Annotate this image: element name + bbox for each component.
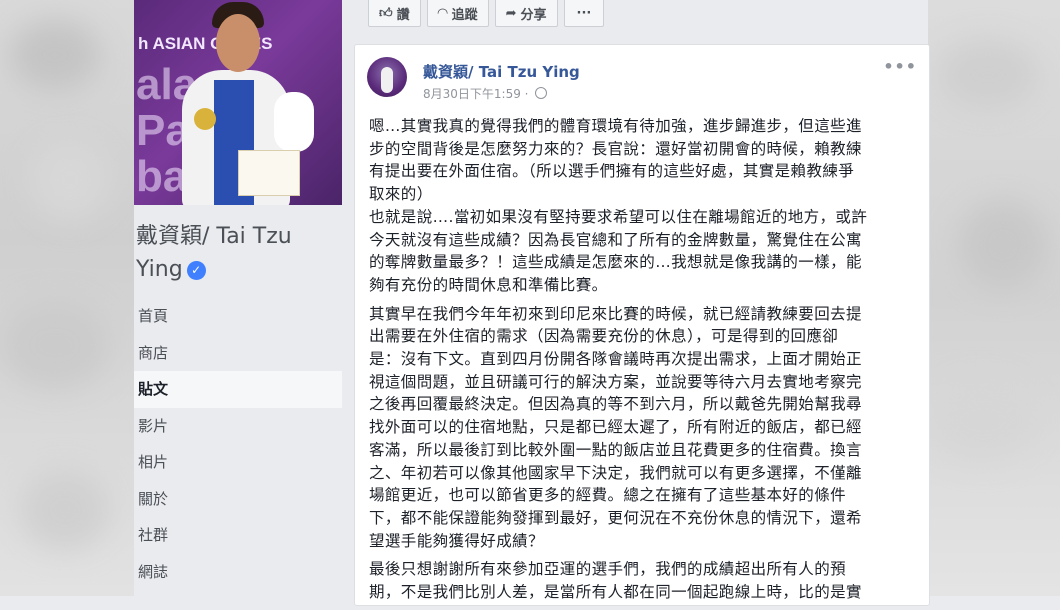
- post-paragraph: 嗯…其實我真的覺得我們的體育環境有待加強，進步歸進步，但這些進 步的空間背後是怎…: [369, 117, 868, 294]
- thumbs-up-icon: 👍︎: [379, 5, 393, 21]
- follow-button[interactable]: ◠ 追蹤: [426, 0, 489, 27]
- nav-item-shop[interactable]: 商店: [134, 335, 342, 372]
- blurred-background-left: [0, 0, 134, 596]
- gold-medal: [194, 108, 216, 130]
- nav-item-posts[interactable]: 貼文: [134, 371, 342, 408]
- nav-item-photos[interactable]: 相片: [134, 444, 342, 481]
- blur-shape: [20, 470, 110, 550]
- share-label: 分享: [520, 7, 547, 23]
- page-name[interactable]: 戴資穎/ Tai Tzu Ying ✓: [136, 220, 336, 286]
- blur-shape: [0, 300, 110, 390]
- nav-item-community[interactable]: 社群: [134, 517, 342, 554]
- like-label: 讚: [396, 7, 410, 23]
- photo-text: ba: [136, 152, 188, 201]
- blur-shape: [10, 20, 100, 90]
- share-arrow-icon: ➦: [505, 5, 517, 21]
- post-body: 嗯…其實我真的覺得我們的體育環境有待加強，進步歸進步，但這些進 步的空間背後是怎…: [369, 115, 909, 610]
- blur-shape: [958, 200, 1048, 290]
- more-button[interactable]: ···: [563, 0, 605, 27]
- post-card: 戴資穎/ Tai Tzu Ying 8月30日下午1:59 · ••• 嗯…其實…: [354, 44, 930, 606]
- post-meta: 8月30日下午1:59 ·: [423, 85, 548, 102]
- follow-label: 追蹤: [451, 7, 478, 23]
- post-timestamp[interactable]: 8月30日下午1:59 ·: [423, 87, 528, 101]
- nav-item-home[interactable]: 首頁: [134, 298, 342, 335]
- nav-item-videos[interactable]: 影片: [134, 408, 342, 445]
- post-options-icon[interactable]: •••: [883, 57, 917, 76]
- verified-badge-icon: ✓: [186, 261, 206, 280]
- page-name-text: 戴資穎/ Tai Tzu Ying: [136, 224, 292, 282]
- rss-icon: ◠: [437, 5, 448, 21]
- blur-shape: [928, 380, 1038, 460]
- mascot-plush: [274, 92, 314, 152]
- athlete-head: [216, 14, 260, 72]
- profile-photo[interactable]: h ASIAN GAMES ala Pa ba: [134, 0, 342, 205]
- page-actions-bar: 👍︎ 讚 ◠ 追蹤 ➦ 分享 ···: [368, 0, 610, 28]
- nav-item-about[interactable]: 關於: [134, 481, 342, 518]
- blurred-background-right: [928, 0, 1060, 596]
- blur-shape: [30, 140, 110, 220]
- more-dots-icon: ···: [576, 5, 592, 21]
- blur-shape: [938, 40, 1038, 110]
- nav-item-notes[interactable]: 網誌: [134, 554, 342, 591]
- page-nav: 首頁 商店 貼文 影片 相片 關於 社群 網誌: [134, 298, 342, 590]
- author-avatar[interactable]: [367, 57, 407, 97]
- post-author-link[interactable]: 戴資穎/ Tai Tzu Ying: [423, 61, 580, 82]
- share-button[interactable]: ➦ 分享: [494, 0, 558, 27]
- post-paragraph: 其實早在我們今年年初來到印尼來比賽的時候，就已經請教練要回去提 出需要在外住宿的…: [369, 304, 862, 550]
- post-paragraph: 最後只想謝謝所有來參加亞運的選手們，我們的成績超出所有人的預 期，不是我們比別人…: [369, 560, 862, 602]
- page-sidebar: h ASIAN GAMES ala Pa ba 戴資穎/ Tai Tzu Yin…: [134, 0, 342, 596]
- like-button[interactable]: 👍︎ 讚: [368, 0, 421, 27]
- globe-icon: [535, 87, 548, 99]
- certificate: [238, 150, 300, 196]
